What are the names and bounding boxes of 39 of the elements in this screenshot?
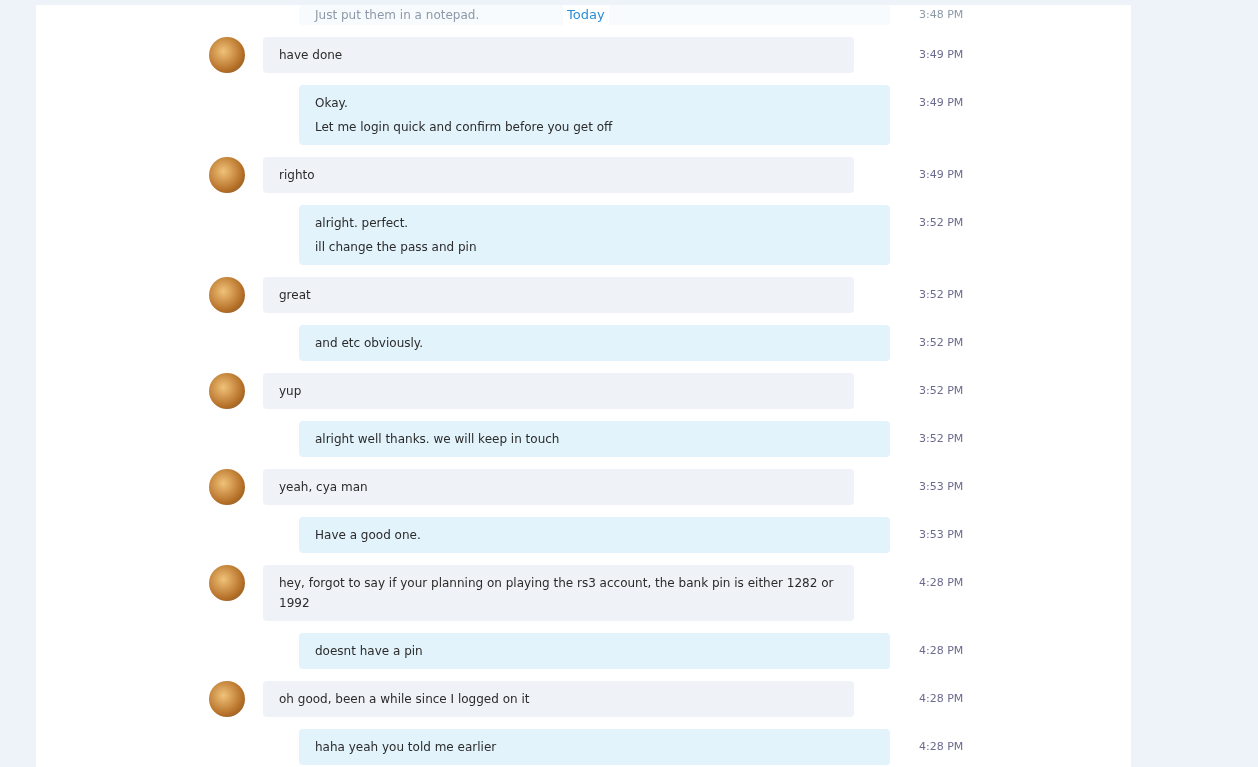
message-text: righto — [279, 167, 315, 184]
avatar-photo[interactable] — [209, 157, 245, 193]
message-text: Let me login quick and confirm before you get off — [315, 119, 613, 136]
message-time: 4:28 PM — [919, 691, 964, 707]
message-text: ill change the pass and pin — [315, 239, 477, 256]
message-time: 3:52 PM — [919, 215, 964, 231]
message-text: alright. perfect. — [315, 215, 409, 232]
message-text: have done — [279, 47, 343, 64]
message-text: yup — [279, 383, 302, 400]
message-time: 4:28 PM — [919, 643, 964, 659]
message-time: 3:49 PM — [919, 47, 964, 63]
message-text: hey, forgot to say if your planning on playing the rs3 account, the bank pin is either 1282 or 1992 — [279, 575, 835, 612]
message-text: yeah, cya man — [279, 479, 368, 496]
message-text: oh good, been a while since I logged on it — [279, 691, 530, 708]
message-text: great — [279, 287, 311, 304]
message-time: 3:49 PM — [919, 95, 964, 111]
message-time: 3:53 PM — [919, 527, 964, 543]
message-text: haha yeah you told me earlier — [315, 739, 497, 756]
message-time: 4:28 PM — [919, 575, 964, 591]
avatar-photo[interactable] — [209, 37, 245, 73]
message-time: 3:53 PM — [919, 479, 964, 495]
message-text: Just put them in a notepad. — [315, 7, 480, 24]
message-time: 3:52 PM — [919, 431, 964, 447]
avatar-photo[interactable] — [209, 469, 245, 505]
message-time: 3:52 PM — [919, 335, 964, 351]
avatar-photo[interactable] — [209, 373, 245, 409]
message-time: 3:52 PM — [919, 287, 964, 303]
avatar-photo[interactable] — [209, 277, 245, 313]
message-time: 3:52 PM — [919, 383, 964, 399]
message-text: Okay. — [315, 95, 348, 112]
avatar-photo[interactable] — [209, 681, 245, 717]
message-time: 4:28 PM — [919, 739, 964, 755]
message-text: alright well thanks. we will keep in touch — [315, 431, 560, 448]
message-text: doesnt have a pin — [315, 643, 423, 660]
avatar-photo[interactable] — [209, 565, 245, 601]
message-text: Have a good one. — [315, 527, 421, 544]
message-text: and etc obviously. — [315, 335, 424, 352]
message-time: 3:48 PM — [919, 7, 964, 23]
message-time: 3:49 PM — [919, 167, 964, 183]
